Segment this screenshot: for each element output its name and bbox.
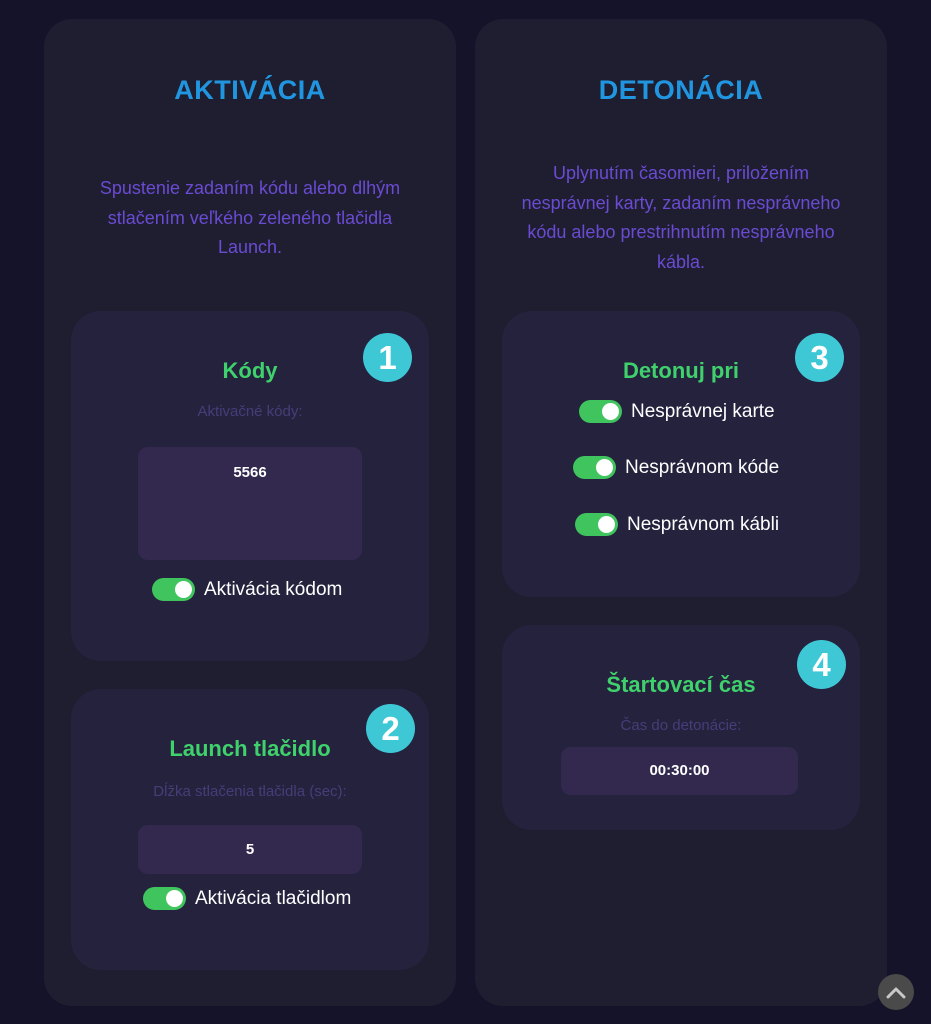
wrong-card-toggle-row: Nesprávnej karte bbox=[579, 400, 775, 423]
button-activation-label: Aktivácia tlačidlom bbox=[195, 887, 352, 909]
scroll-to-top-button[interactable] bbox=[878, 974, 914, 1010]
start-time-card: 4 Štartovací čas Čas do detonácie: 00:30… bbox=[502, 625, 860, 830]
switch-knob bbox=[598, 516, 615, 533]
switch-knob bbox=[596, 459, 613, 476]
button-activation-switch[interactable] bbox=[143, 887, 186, 910]
codes-card: 1 Kódy Aktivačné kódy: 5566 Aktivácia kó… bbox=[71, 311, 429, 661]
press-duration-label: Dĺžka stlačenia tlačidla (sec): bbox=[153, 783, 347, 800]
activation-codes-label: Aktivačné kódy: bbox=[197, 403, 303, 420]
wrong-cable-switch[interactable] bbox=[575, 513, 618, 536]
button-activation-toggle-row: Aktivácia tlačidlom bbox=[143, 887, 351, 910]
time-to-detonation-input[interactable]: 00:30:00 bbox=[561, 747, 798, 795]
wrong-card-switch[interactable] bbox=[579, 400, 622, 423]
codes-card-title: Kódy bbox=[222, 358, 278, 383]
detonation-panel: DETONÁCIA Uplynutím časomieri, priložení… bbox=[475, 19, 887, 1006]
press-duration-input[interactable]: 5 bbox=[138, 825, 362, 874]
wrong-code-switch[interactable] bbox=[573, 456, 616, 479]
code-activation-toggle-row: Aktivácia kódom bbox=[152, 578, 342, 601]
wrong-cable-label: Nesprávnom kábli bbox=[627, 513, 780, 535]
code-activation-label: Aktivácia kódom bbox=[204, 578, 343, 600]
wrong-cable-toggle-row: Nesprávnom kábli bbox=[575, 513, 779, 536]
wrong-card-label: Nesprávnej karte bbox=[631, 400, 775, 422]
time-to-detonation-label: Čas do detonácie: bbox=[620, 717, 742, 734]
detonation-title: DETONÁCIA bbox=[598, 75, 764, 105]
detonate-on-card: 3 Detonuj pri Nesprávnej karte Nesprávno… bbox=[502, 311, 860, 597]
start-time-title: Štartovací čas bbox=[606, 672, 756, 697]
code-activation-switch[interactable] bbox=[152, 578, 195, 601]
wrong-code-toggle-row: Nesprávnom kóde bbox=[573, 456, 779, 479]
launch-button-card: 2 Launch tlačidlo Dĺžka stlačenia tlačid… bbox=[71, 689, 429, 970]
wrong-code-label: Nesprávnom kóde bbox=[625, 456, 780, 478]
activation-title: AKTIVÁCIA bbox=[174, 75, 326, 105]
launch-card-title: Launch tlačidlo bbox=[169, 736, 331, 761]
switch-knob bbox=[166, 890, 183, 907]
switch-knob bbox=[175, 581, 192, 598]
activation-panel: AKTIVÁCIA Spustenie zadaním kódu alebo d… bbox=[44, 19, 456, 1006]
chevron-up-icon bbox=[886, 987, 906, 999]
switch-knob bbox=[602, 403, 619, 420]
detonate-card-title: Detonuj pri bbox=[622, 358, 740, 383]
activation-description: Spustenie zadaním kódu alebo dlhým stlač… bbox=[99, 178, 401, 257]
activation-codes-textarea[interactable]: 5566 bbox=[138, 447, 362, 560]
detonation-description: Uplynutím časomieri, priložením nesprávn… bbox=[521, 163, 841, 272]
